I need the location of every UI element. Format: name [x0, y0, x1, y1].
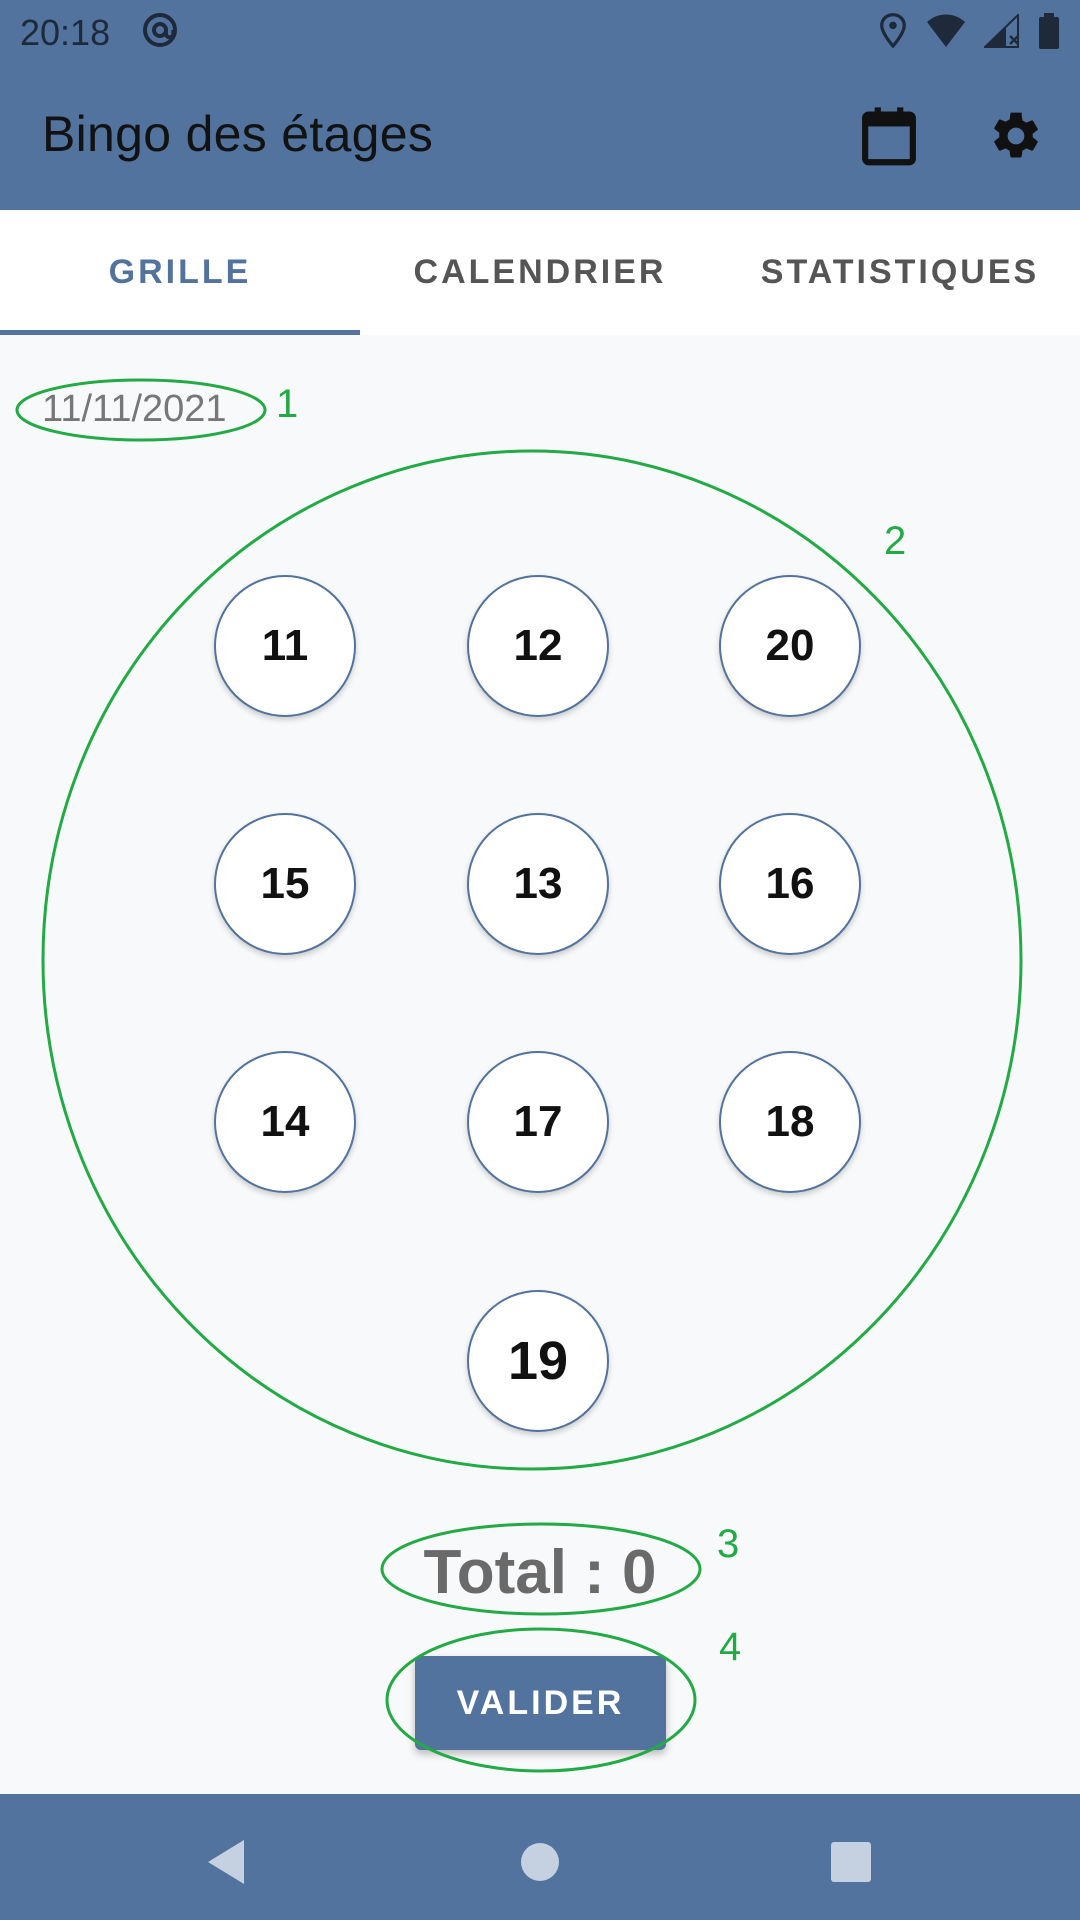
tab-calendrier-label: CALENDRIER [413, 253, 667, 291]
tab-statistiques-label: STATISTIQUES [760, 253, 1040, 291]
calendar-button[interactable] [854, 101, 924, 171]
signal-icon [984, 14, 1019, 48]
tab-bar: GRILLE CALENDRIER STATISTIQUES [0, 210, 1080, 335]
settings-button[interactable] [981, 101, 1051, 171]
settings-gear-icon [994, 112, 1038, 158]
floor-ball[interactable]: 19 [467, 1290, 609, 1432]
floor-ball[interactable]: 20 [719, 575, 861, 717]
app-bar: Bingo des étages [0, 63, 1080, 210]
floor-ball[interactable]: 11 [214, 575, 356, 717]
floor-ball[interactable]: 18 [719, 1051, 861, 1193]
location-icon [880, 13, 906, 49]
battery-icon [1039, 13, 1059, 49]
back-button[interactable] [196, 1832, 256, 1892]
status-time: 20:18 [20, 12, 111, 53]
floor-ball[interactable]: 17 [467, 1051, 609, 1193]
recents-icon [831, 1842, 871, 1882]
status-bar: 20:18 [0, 0, 1080, 63]
wifi-icon [927, 14, 965, 47]
floor-ball[interactable]: 14 [214, 1051, 356, 1193]
validate-button[interactable]: VALIDER [415, 1656, 666, 1750]
date-label[interactable]: 11/11/2021 [42, 388, 227, 431]
annotation-number: 2 [884, 519, 907, 563]
floor-ball[interactable]: 16 [719, 813, 861, 955]
floor-ball[interactable]: 13 [467, 813, 609, 955]
home-icon [521, 1843, 559, 1881]
calendar-icon [862, 107, 916, 166]
floor-ball[interactable]: 15 [214, 813, 356, 955]
tab-grille[interactable]: GRILLE [0, 210, 360, 335]
active-tab-indicator [0, 330, 360, 335]
home-button[interactable] [510, 1832, 570, 1892]
annotation-number: 1 [276, 382, 299, 426]
annotation-number: 4 [719, 1625, 742, 1669]
total-label: Total : 0 [423, 1538, 657, 1607]
tab-statistiques[interactable]: STATISTIQUES [720, 210, 1080, 335]
recents-button[interactable] [821, 1832, 881, 1892]
back-icon [208, 1840, 244, 1884]
tab-grille-label: GRILLE [108, 253, 252, 291]
system-navigation-bar [0, 1794, 1080, 1920]
app-title: Bingo des étages [42, 106, 434, 162]
floor-ball[interactable]: 12 [467, 575, 609, 717]
at-sign-icon [143, 13, 177, 47]
tab-calendrier[interactable]: CALENDRIER [360, 210, 720, 335]
annotation-number: 3 [717, 1522, 740, 1566]
